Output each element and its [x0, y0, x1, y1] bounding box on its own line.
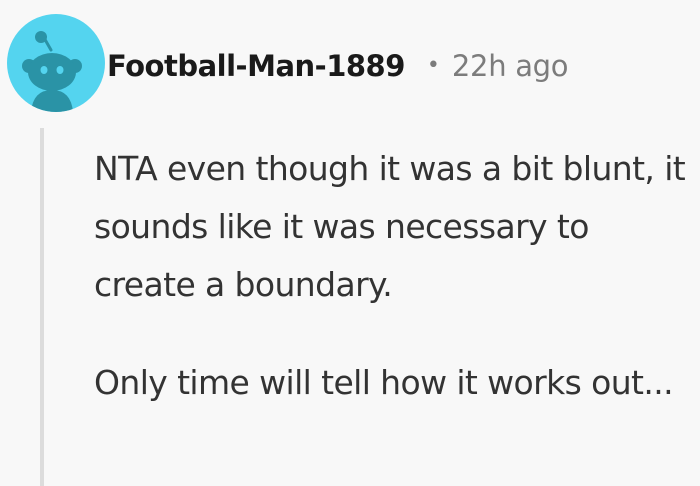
- comment-paragraph: NTA even though it was a bit blunt, it s…: [94, 149, 686, 304]
- comment-paragraph: Only time will tell how it works out...: [94, 363, 674, 402]
- comment: Football-Man-1889 • 22h ago NTA even tho…: [0, 0, 700, 486]
- thread-line[interactable]: [40, 128, 44, 486]
- comment-body: NTA even though it was a bit blunt, it s…: [94, 140, 694, 412]
- avatar[interactable]: [7, 14, 105, 112]
- comment-timestamp[interactable]: 22h ago: [452, 49, 569, 83]
- comment-header: Football-Man-1889 • 22h ago: [107, 44, 569, 88]
- username-link[interactable]: Football-Man-1889: [107, 49, 405, 83]
- meta-separator: •: [426, 52, 440, 78]
- snoo-avatar-icon: [22, 31, 82, 112]
